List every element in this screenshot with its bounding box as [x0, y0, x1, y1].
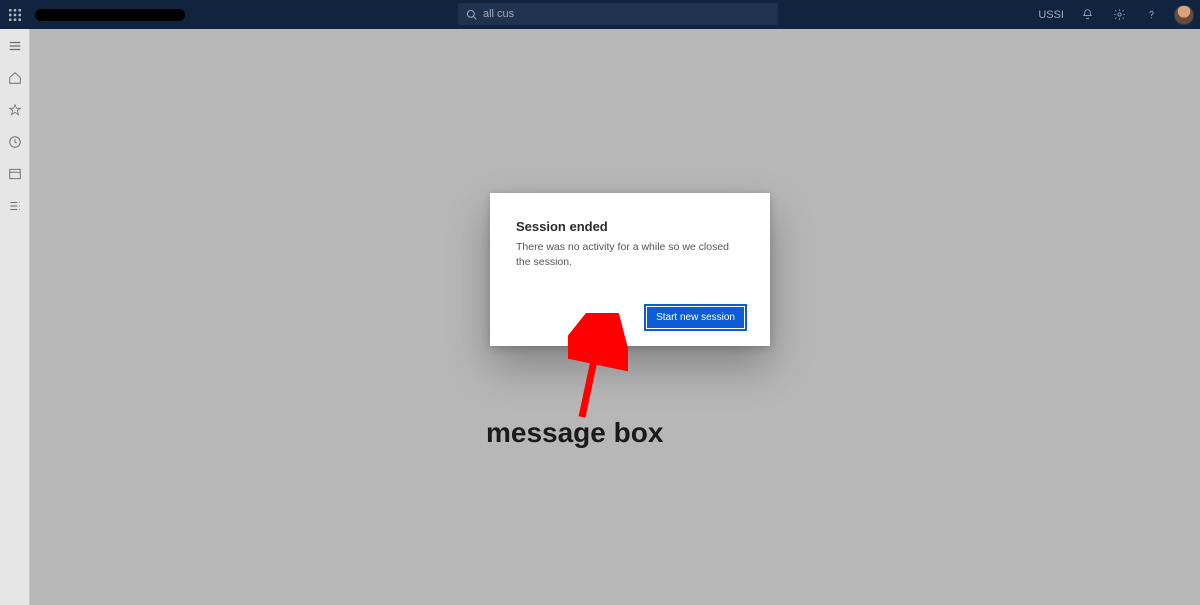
left-nav-rail — [0, 29, 30, 605]
search-text: all cus — [483, 8, 514, 20]
session-ended-dialog: Session ended There was no activity for … — [490, 193, 770, 346]
search-input[interactable]: all cus — [458, 3, 778, 25]
modules-icon[interactable] — [6, 197, 24, 215]
recent-icon[interactable] — [6, 133, 24, 151]
settings-icon[interactable] — [1110, 6, 1128, 24]
top-navbar: all cus USSI — [0, 0, 1200, 29]
annotation-label: message box — [486, 417, 663, 449]
content-area: Session ended There was no activity for … — [30, 29, 1200, 605]
app-launcher-icon[interactable] — [0, 0, 29, 29]
dialog-footer: Start new session — [516, 307, 744, 328]
user-avatar[interactable] — [1174, 5, 1194, 25]
dialog-body: There was no activity for a while so we … — [516, 240, 744, 307]
notifications-icon[interactable] — [1078, 6, 1096, 24]
search-icon — [466, 9, 477, 20]
workspaces-icon[interactable] — [6, 165, 24, 183]
hamburger-icon[interactable] — [6, 37, 24, 55]
help-icon[interactable] — [1142, 6, 1160, 24]
dialog-title: Session ended — [516, 219, 744, 234]
start-new-session-button[interactable]: Start new session — [647, 307, 744, 328]
home-icon[interactable] — [6, 69, 24, 87]
redacted-brand — [35, 9, 185, 21]
org-label: USSI — [1038, 9, 1064, 21]
favorites-icon[interactable] — [6, 101, 24, 119]
topbar-right: USSI — [1038, 0, 1194, 29]
